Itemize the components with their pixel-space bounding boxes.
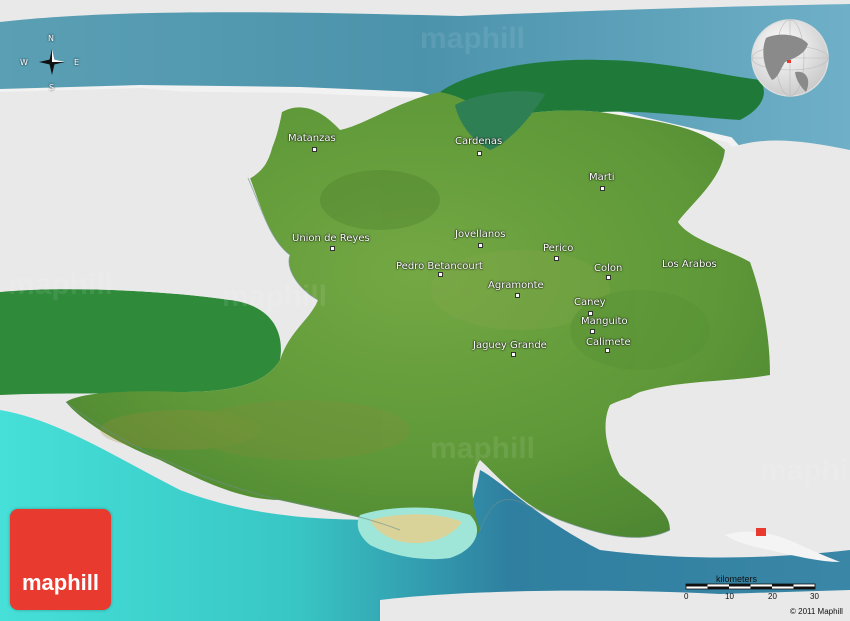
city-dot bbox=[438, 272, 443, 277]
city-label-cardenas: Cardenas bbox=[455, 136, 503, 147]
compass-north: N bbox=[48, 34, 54, 43]
city-dot bbox=[554, 256, 559, 261]
city-dot bbox=[330, 246, 335, 251]
brand-logo[interactable]: maphill bbox=[10, 509, 111, 610]
city-label-matanzas: Matanzas bbox=[288, 133, 336, 144]
city-dot bbox=[590, 329, 595, 334]
city-label-colon: Colon bbox=[594, 263, 623, 274]
locator-globe bbox=[751, 19, 829, 97]
map-view: maphill maphill maphill maphill maphill … bbox=[0, 0, 850, 621]
brand-name: maphill bbox=[21, 570, 99, 595]
city-dot bbox=[478, 243, 483, 248]
city-dot bbox=[605, 348, 610, 353]
scale-tick-0: 0 bbox=[684, 592, 689, 601]
scale-title: kilometers bbox=[716, 574, 758, 584]
compass-east: E bbox=[74, 58, 80, 67]
city-label-agramonte: Agramonte bbox=[488, 280, 544, 291]
compass-west: W bbox=[20, 58, 28, 67]
city-label-union-de-reyes: Union de Reyes bbox=[292, 233, 370, 244]
watermark: maphill bbox=[420, 22, 526, 55]
city-label-manguito: Manguito bbox=[581, 316, 628, 327]
scale-tick-10: 10 bbox=[725, 592, 734, 601]
city-label-calimete: Calimete bbox=[586, 337, 631, 348]
city-label-caney: Caney bbox=[574, 297, 606, 308]
scale-bar bbox=[685, 583, 816, 590]
watermark: maphill bbox=[8, 268, 114, 301]
watermark: maphill bbox=[430, 432, 536, 465]
city-label-los-arabos: Los Arabos bbox=[662, 259, 717, 270]
city-label-jaguey-grande: Jaguey Grande bbox=[473, 340, 547, 351]
city-label-jovellanos: Jovellanos bbox=[455, 229, 506, 240]
city-dot bbox=[477, 151, 482, 156]
province-highlight bbox=[756, 528, 766, 536]
copyright-text: © 2011 Maphill bbox=[790, 607, 843, 616]
scale-tick-20: 20 bbox=[768, 592, 777, 601]
compass-south: S bbox=[49, 83, 55, 92]
southern-frame bbox=[380, 590, 850, 621]
city-label-perico: Perico bbox=[543, 243, 574, 254]
city-dot bbox=[312, 147, 317, 152]
watermark: maphill bbox=[760, 454, 850, 487]
city-dot bbox=[511, 352, 516, 357]
scale-tick-30: 30 bbox=[810, 592, 819, 601]
city-dot bbox=[606, 275, 611, 280]
city-label-marti: Marti bbox=[589, 172, 615, 183]
watermark: maphill bbox=[222, 280, 328, 313]
city-dot bbox=[515, 293, 520, 298]
city-dot bbox=[600, 186, 605, 191]
city-label-pedro-betancourt: Pedro Betancourt bbox=[396, 261, 483, 272]
map-canvas bbox=[0, 0, 850, 621]
